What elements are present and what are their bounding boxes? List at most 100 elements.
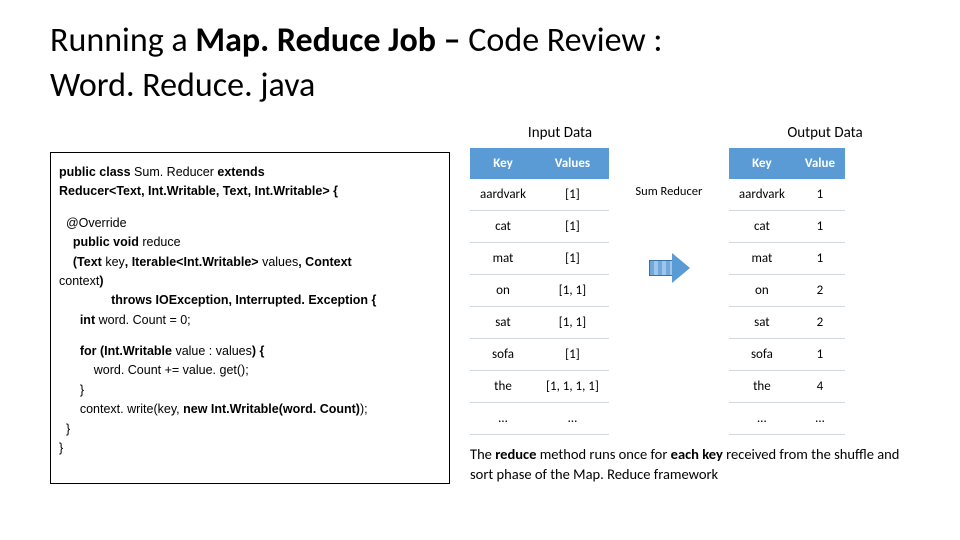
cell-key: the: [729, 371, 795, 403]
table-row: on2: [729, 275, 845, 307]
bold: each key: [671, 445, 726, 463]
code-line: for (Int.Writable value : values) {: [59, 342, 441, 361]
arrow-body: [649, 260, 673, 276]
table-row: aardvark1: [729, 179, 845, 211]
kw: for (Int.Writable: [59, 344, 175, 358]
cell-value: 2: [795, 275, 845, 307]
cell-key: aardvark: [470, 179, 536, 211]
cell-value: [1, 1]: [536, 307, 609, 339]
cell-key: mat: [470, 243, 536, 275]
output-table: Key Value aardvark1cat1mat1on2sat2sofa1t…: [729, 148, 845, 435]
code-box: public class Sum. Reducer extends Reduce…: [50, 152, 450, 484]
table-row: aardvark[1]: [470, 179, 609, 211]
kw: (Text: [59, 255, 105, 269]
title-bold: Map. Reduce Job –: [195, 20, 468, 61]
cell-value: [1]: [536, 211, 609, 243]
cell-value: 1: [795, 211, 845, 243]
spacer: [59, 330, 441, 342]
table-row: ……: [470, 403, 609, 435]
spacer: [59, 202, 441, 214]
cell-key: sat: [729, 307, 795, 339]
txt: key: [105, 255, 124, 269]
cell-key: …: [729, 403, 795, 435]
cell-key: cat: [729, 211, 795, 243]
th-value: Value: [795, 148, 845, 179]
txt: context: [59, 274, 99, 288]
table-row: cat1: [729, 211, 845, 243]
cell-value: [1, 1]: [536, 275, 609, 307]
kw: ): [99, 274, 103, 288]
bold: reduce: [495, 445, 540, 463]
arrow-head: [672, 253, 690, 283]
code-line: Reducer<Text, Int.Writable, Text, Int.Wr…: [59, 182, 441, 201]
table-row: mat[1]: [470, 243, 609, 275]
cell-key: mat: [729, 243, 795, 275]
slide-subtitle: Word. Reduce. java: [50, 65, 910, 106]
th-values: Values: [536, 148, 609, 179]
table-row: mat1: [729, 243, 845, 275]
reducer-label: Sum Reducer: [635, 184, 702, 199]
kw: new Int.Writable(word. Count): [183, 402, 360, 416]
mid-column: Sum Reducer: [609, 148, 729, 281]
table-row: cat[1]: [470, 211, 609, 243]
code-line: word. Count += value. get();: [59, 361, 441, 380]
table-row: on[1, 1]: [470, 275, 609, 307]
input-table: Key Values aardvark[1]cat[1]mat[1]on[1, …: [470, 148, 609, 435]
cell-key: cat: [470, 211, 536, 243]
cell-key: sat: [470, 307, 536, 339]
code-line: @Override: [59, 214, 441, 233]
cell-value: …: [795, 403, 845, 435]
cell-value: 1: [795, 339, 845, 371]
caption: The reduce method runs once for each key…: [470, 445, 910, 484]
cell-value: [1]: [536, 243, 609, 275]
kw: Reducer<Text, Int.Writable, Text, Int.Wr…: [59, 184, 338, 198]
content-area: public class Sum. Reducer extends Reduce…: [50, 124, 910, 484]
table-row: sofa[1]: [470, 339, 609, 371]
kw: int: [59, 313, 99, 327]
txt: values: [262, 255, 298, 269]
table-row: the4: [729, 371, 845, 403]
kw: public void: [59, 235, 142, 249]
cell-value: [1, 1, 1, 1]: [536, 371, 609, 403]
cell-value: 4: [795, 371, 845, 403]
txt: reduce: [142, 235, 180, 249]
code-line: public void reduce: [59, 233, 441, 252]
code-line: context. write(key, new Int.Writable(wor…: [59, 400, 441, 419]
kw: , Context: [298, 255, 351, 269]
txt: method runs once for: [540, 445, 671, 463]
cell-value: 1: [795, 243, 845, 275]
code-line: (Text key, Iterable<Int.Writable> values…: [59, 253, 441, 272]
cell-key: sofa: [470, 339, 536, 371]
code-line: }: [59, 420, 441, 439]
code-line: }: [59, 381, 441, 400]
table-row: ……: [729, 403, 845, 435]
slide-title: Running a Map. Reduce Job – Code Review …: [50, 20, 910, 61]
cell-value: …: [536, 403, 609, 435]
table-labels: Input Data Output Data: [470, 124, 910, 142]
cell-key: on: [729, 275, 795, 307]
cell-key: sofa: [729, 339, 795, 371]
code-line: throws IOException, Interrupted. Excepti…: [59, 291, 441, 310]
cell-key: the: [470, 371, 536, 403]
arrow-icon: [649, 255, 689, 281]
output-label: Output Data: [740, 124, 910, 142]
code-line: int word. Count = 0;: [59, 311, 441, 330]
code-line: context): [59, 272, 441, 291]
cell-value: 2: [795, 307, 845, 339]
kw: ) {: [252, 344, 265, 358]
th-key: Key: [470, 148, 536, 179]
txt: word. Count = 0;: [99, 313, 191, 327]
tables-area: Input Data Output Data Key Values aardva…: [470, 124, 910, 484]
cell-key: aardvark: [729, 179, 795, 211]
kw: extends: [217, 165, 264, 179]
table-row: sofa1: [729, 339, 845, 371]
txt: );: [360, 402, 368, 416]
table-row: sat2: [729, 307, 845, 339]
kw: throws IOException, Interrupted. Excepti…: [59, 293, 376, 307]
code-line: }: [59, 439, 441, 458]
cell-value: 1: [795, 179, 845, 211]
th-key: Key: [729, 148, 795, 179]
input-label: Input Data: [470, 124, 650, 142]
code-line: public class Sum. Reducer extends: [59, 163, 441, 182]
spacer: [650, 124, 740, 142]
